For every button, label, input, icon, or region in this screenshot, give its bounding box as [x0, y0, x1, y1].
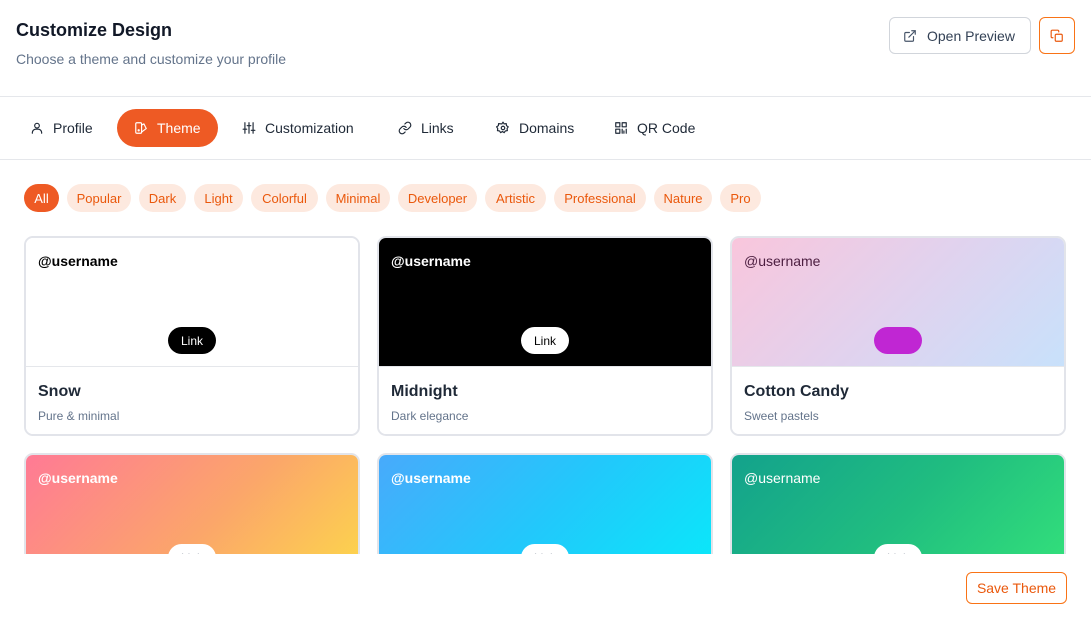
- page-title: Customize Design: [16, 20, 173, 40]
- tab-label: Links: [421, 120, 454, 136]
- external-link-icon: [904, 29, 916, 42]
- filter-chip-light[interactable]: Light: [194, 184, 243, 212]
- filter-chip-nature[interactable]: Nature: [654, 184, 712, 212]
- tab-links[interactable]: Links: [386, 109, 466, 147]
- theme-description: Sweet pastels: [744, 409, 819, 423]
- preview-username: @username: [391, 470, 471, 486]
- preview-link-button: Link: [168, 327, 216, 354]
- theme-preview: @username Link: [732, 455, 1064, 554]
- gear-icon: [496, 121, 509, 134]
- theme-name: Cotton Candy: [744, 383, 849, 400]
- filter-chip-professional[interactable]: Professional: [554, 184, 646, 212]
- theme-description: Pure & minimal: [38, 409, 120, 423]
- theme-card[interactable]: @username Link: [24, 453, 360, 554]
- tab-label: Profile: [53, 120, 93, 136]
- palette-icon: [135, 122, 147, 134]
- preview-username: @username: [391, 253, 471, 269]
- theme-description: Dark elegance: [391, 409, 469, 423]
- theme-preview: @username Link: [379, 238, 711, 366]
- theme-info: Cotton Candy Sweet pastels: [732, 366, 1064, 434]
- filter-chip-artistic[interactable]: Artistic: [485, 184, 546, 212]
- theme-info: Midnight Dark elegance: [379, 366, 711, 434]
- tab-profile[interactable]: Profile: [18, 109, 105, 147]
- filter-chip-popular[interactable]: Popular: [67, 184, 131, 212]
- theme-card[interactable]: @username Link: [377, 453, 713, 554]
- tab-domains[interactable]: Domains: [484, 109, 586, 147]
- preview-username: @username: [744, 253, 821, 269]
- theme-preview: @username: [732, 238, 1064, 366]
- theme-card-cotton-candy[interactable]: @username Cotton Candy Sweet pastels: [730, 236, 1066, 436]
- theme-card-midnight[interactable]: @username Link Midnight Dark elegance: [377, 236, 713, 436]
- tab-bar: Profile Theme Customization Links Domain…: [0, 97, 1091, 160]
- filter-chip-minimal[interactable]: Minimal: [326, 184, 390, 212]
- tab-label: Domains: [519, 120, 575, 136]
- preview-username: @username: [38, 470, 118, 486]
- preview-username: @username: [38, 253, 118, 269]
- tab-label: Customization: [265, 120, 354, 136]
- preview-username: @username: [744, 470, 821, 486]
- page-header: Customize Design Choose a theme and cust…: [0, 0, 1091, 97]
- preview-link-button: Link: [168, 544, 216, 554]
- filter-chip-pro[interactable]: Pro: [720, 184, 761, 212]
- theme-card-snow[interactable]: @username Link Snow Pure & minimal: [24, 236, 360, 436]
- page-subtitle: Choose a theme and customize your profil…: [16, 51, 287, 67]
- theme-card[interactable]: @username Link: [730, 453, 1066, 554]
- theme-name: Snow: [38, 383, 81, 400]
- theme-preview: @username Link: [379, 455, 711, 554]
- theme-grid: @username Link Snow Pure & minimal @user…: [0, 232, 1091, 554]
- tab-theme[interactable]: Theme: [117, 109, 218, 147]
- tab-customization[interactable]: Customization: [230, 109, 366, 147]
- tab-qr-code[interactable]: QR Code: [602, 109, 707, 147]
- save-theme-button[interactable]: Save Theme: [966, 572, 1067, 604]
- filter-chip-all[interactable]: All: [24, 184, 59, 212]
- open-preview-label: Open Preview: [927, 27, 1015, 44]
- tab-label: QR Code: [637, 120, 696, 136]
- preview-link-button: Link: [521, 544, 569, 554]
- sliders-icon: [242, 122, 256, 134]
- copy-icon: [1050, 29, 1063, 42]
- copy-button[interactable]: [1039, 17, 1075, 54]
- theme-name: Midnight: [391, 383, 458, 400]
- link-icon: [398, 121, 412, 135]
- theme-preview: @username Link: [26, 238, 358, 366]
- filter-chip-dark[interactable]: Dark: [139, 184, 186, 212]
- preview-link-button: Link: [521, 327, 569, 354]
- preview-link-button: Link: [874, 544, 922, 554]
- user-icon: [31, 122, 43, 134]
- theme-preview: @username Link: [26, 455, 358, 554]
- filter-chip-developer[interactable]: Developer: [398, 184, 477, 212]
- theme-info: Snow Pure & minimal: [26, 366, 358, 434]
- qr-code-icon: [615, 122, 627, 134]
- filter-chip-colorful[interactable]: Colorful: [251, 184, 318, 212]
- open-preview-button[interactable]: Open Preview: [889, 17, 1031, 54]
- tab-label: Theme: [157, 120, 201, 136]
- preview-link-button: [874, 327, 922, 354]
